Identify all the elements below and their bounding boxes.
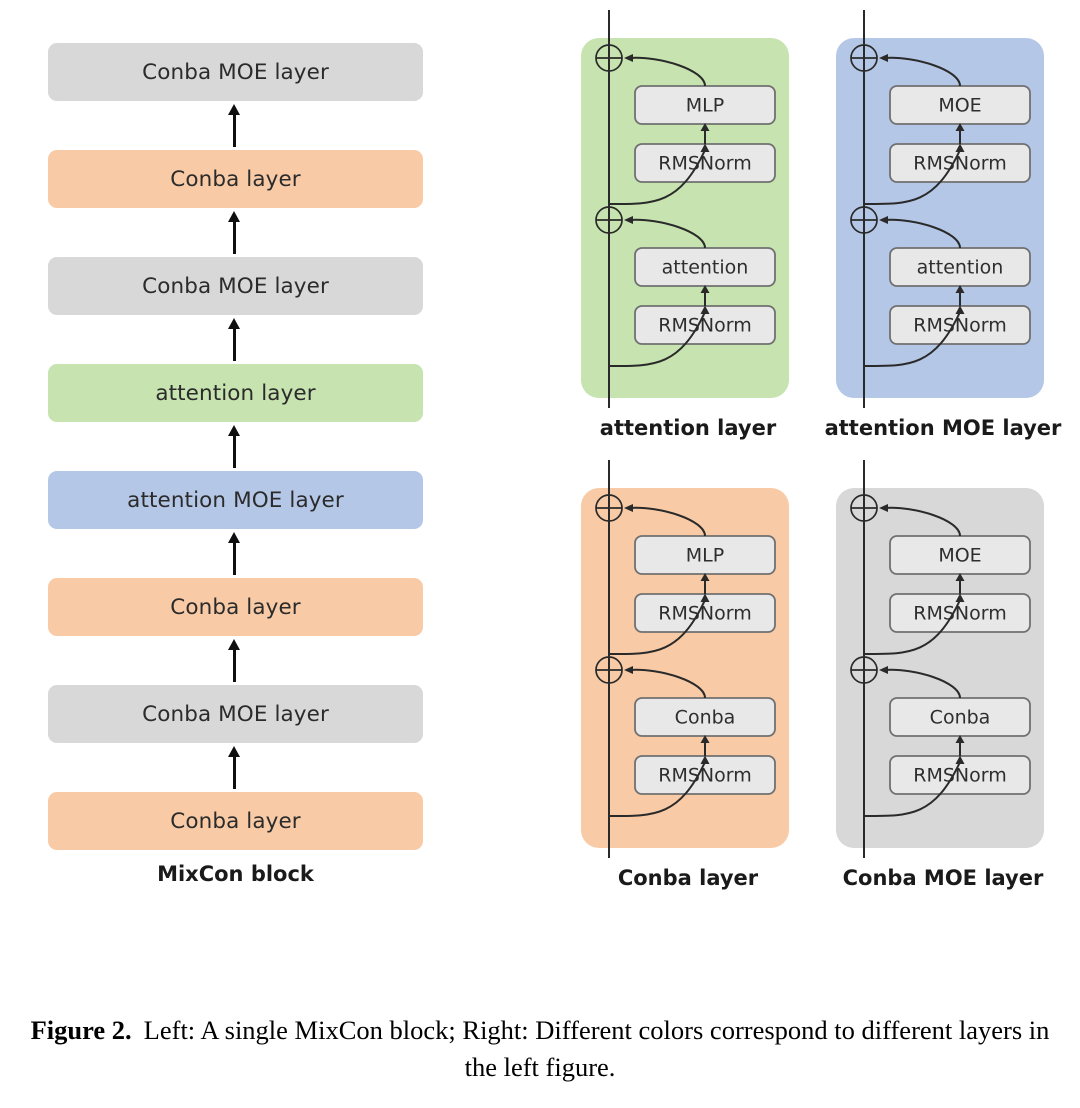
block-top-module-label: MLP xyxy=(686,545,724,567)
block-bottom-module[interactable]: Conba xyxy=(634,697,776,737)
up-arrow-icon xyxy=(227,639,240,682)
mixcon-layer-row[interactable]: attention MOE layer xyxy=(48,471,423,529)
mixcon-block-panel: Conba MOE layer Conba layer Conba MOE laye… xyxy=(0,0,470,910)
subblock-diagram-conba-moe: RMSNorm Conba RMSNorm MOE xyxy=(836,460,1044,858)
mixcon-layer-row[interactable]: Conba layer xyxy=(48,792,423,850)
mixcon-block-title: MixCon block xyxy=(157,862,314,886)
subblock-attention-layer: RMSNorm attention RMSNorm MLP attention laye… xyxy=(563,8,813,458)
figure-2-root: Conba MOE layer Conba layer Conba MOE laye… xyxy=(0,0,1080,1108)
subblock-title-attention: attention layer xyxy=(599,416,777,440)
block-bottom-module-label: attention xyxy=(662,257,749,279)
figure-caption-label: Figure 2. xyxy=(30,1015,132,1045)
mixcon-layer-label: Conba layer xyxy=(170,166,301,192)
block-bottom-rmsnorm-label: RMSNorm xyxy=(913,315,1006,337)
up-arrow-icon xyxy=(227,532,240,575)
figure-caption: Figure 2. Left: A single MixCon block; Ri… xyxy=(30,1012,1050,1085)
subblock-conba-moe-layer: RMSNorm Conba RMSNorm MOE Conba MOE layer xyxy=(818,458,1068,908)
block-top-rmsnorm-label: RMSNorm xyxy=(913,153,1006,175)
mixcon-layer-row[interactable]: Conba MOE layer xyxy=(48,685,423,743)
block-bottom-rmsnorm-label: RMSNorm xyxy=(658,765,751,787)
up-arrow-icon xyxy=(227,211,240,254)
mixcon-layer-label: Conba MOE layer xyxy=(142,273,329,299)
block-top-module-label: MOE xyxy=(938,95,981,117)
mixcon-layer-label: attention layer xyxy=(155,380,316,406)
mixcon-layer-label: attention MOE layer xyxy=(127,487,344,513)
arrow-shaft xyxy=(233,220,236,254)
figure-caption-text: Left: A single MixCon block; Right: Diff… xyxy=(143,1015,1050,1082)
up-arrow-icon xyxy=(227,746,240,789)
mixcon-layer-row[interactable]: Conba layer xyxy=(48,578,423,636)
up-arrow-icon xyxy=(227,104,240,147)
mixcon-layer-row[interactable]: Conba MOE layer xyxy=(48,43,423,101)
mixcon-layer-stack: Conba MOE layer Conba layer Conba MOE laye… xyxy=(0,0,470,880)
block-bottom-module[interactable]: attention xyxy=(889,247,1031,287)
block-bottom-rmsnorm-label: RMSNorm xyxy=(913,765,1006,787)
subblock-diagram-attention: RMSNorm attention RMSNorm MLP xyxy=(581,10,789,408)
subblock-title-conba-moe: Conba MOE layer xyxy=(842,866,1044,890)
subblock-title-attention-moe: attention MOE layer xyxy=(824,416,1062,440)
block-top-module[interactable]: MOE xyxy=(889,85,1031,125)
mixcon-layer-row[interactable]: Conba MOE layer xyxy=(48,257,423,315)
block-top-module-label: MLP xyxy=(686,95,724,117)
mixcon-layer-row[interactable]: attention layer xyxy=(48,364,423,422)
subblock-diagram-conba: RMSNorm Conba RMSNorm MLP xyxy=(581,460,789,858)
mixcon-layer-row[interactable]: Conba layer xyxy=(48,150,423,208)
block-top-module[interactable]: MLP xyxy=(634,535,776,575)
subblock-title-conba: Conba layer xyxy=(617,866,759,890)
arrow-shaft xyxy=(233,434,236,468)
arrow-shaft xyxy=(233,648,236,682)
mixcon-layer-label: Conba MOE layer xyxy=(142,59,329,85)
up-arrow-icon xyxy=(227,318,240,361)
block-top-rmsnorm-label: RMSNorm xyxy=(658,603,751,625)
subblock-attention-moe-layer: RMSNorm attention RMSNorm MOE attention MOE … xyxy=(818,8,1068,458)
block-top-module[interactable]: MLP xyxy=(634,85,776,125)
block-bottom-module-label: Conba xyxy=(930,707,991,729)
up-arrow-icon xyxy=(227,425,240,468)
subblock-diagram-attention-moe: RMSNorm attention RMSNorm MOE xyxy=(836,10,1044,408)
block-top-module[interactable]: MOE xyxy=(889,535,1031,575)
block-top-rmsnorm-label: RMSNorm xyxy=(658,153,751,175)
block-top-module-label: MOE xyxy=(938,545,981,567)
block-bottom-module[interactable]: Conba xyxy=(889,697,1031,737)
arrow-shaft xyxy=(233,755,236,789)
mixcon-layer-label: Conba MOE layer xyxy=(142,701,329,727)
arrow-shaft xyxy=(233,541,236,575)
block-bottom-module[interactable]: attention xyxy=(634,247,776,287)
block-bottom-module-label: attention xyxy=(917,257,1004,279)
block-top-rmsnorm-label: RMSNorm xyxy=(913,603,1006,625)
arrow-shaft xyxy=(233,113,236,147)
arrow-shaft xyxy=(233,327,236,361)
block-bottom-module-label: Conba xyxy=(675,707,736,729)
mixcon-layer-label: Conba layer xyxy=(170,594,301,620)
subblock-conba-layer: RMSNorm Conba RMSNorm MLP Conba layer xyxy=(563,458,813,908)
mixcon-layer-label: Conba layer xyxy=(170,808,301,834)
block-bottom-rmsnorm-label: RMSNorm xyxy=(658,315,751,337)
